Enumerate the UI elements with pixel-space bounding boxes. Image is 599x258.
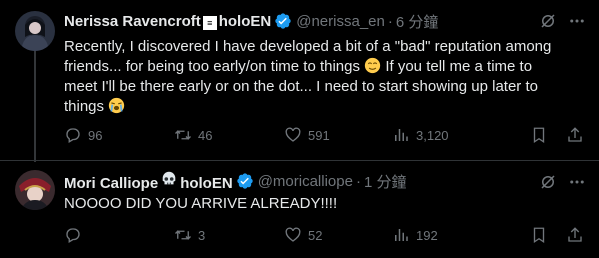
handle[interactable]: @nerissa_en <box>296 13 385 30</box>
relieved-face-emoji-icon <box>364 57 381 74</box>
like-count: 52 <box>308 227 323 243</box>
more-icon[interactable] <box>567 173 587 191</box>
tweet-text-line: things <box>64 98 109 115</box>
verified-badge-icon <box>236 172 254 190</box>
views-icon <box>395 229 408 241</box>
bookmark-button[interactable] <box>530 126 548 144</box>
tweet-mori[interactable]: Mori Calliope holoEN @moricalliope · 1 分鐘… <box>0 160 599 258</box>
retweet-count: 3 <box>198 227 206 243</box>
retweet-button[interactable]: 46 <box>174 126 212 144</box>
display-name-suffix: holoEN <box>218 12 272 30</box>
tweet-text: NOOOO DID YOU ARRIVE ALREADY!!!! <box>64 195 338 212</box>
bookmark-icon <box>533 227 545 244</box>
handle[interactable]: @moricalliope <box>258 173 353 190</box>
tweet-actions: 96 46 591 3,120 <box>64 126 586 146</box>
share-button[interactable] <box>566 126 584 144</box>
like-icon <box>285 227 301 242</box>
tweet-nerissa[interactable]: Nerissa Ravencroft ≡ holoEN @nerissa_en · … <box>0 0 599 160</box>
tweet-actions: 3 52 192 <box>64 226 586 246</box>
avatar[interactable] <box>15 11 55 51</box>
separator-dot: · <box>355 172 361 190</box>
share-button[interactable] <box>566 226 584 244</box>
more-icon[interactable] <box>567 12 587 30</box>
avatar[interactable] <box>15 170 55 210</box>
retweet-icon <box>175 230 191 240</box>
bookmark-icon <box>533 127 545 144</box>
reply-button[interactable] <box>64 226 88 244</box>
grok-icon[interactable] <box>539 173 557 191</box>
grok-icon[interactable] <box>539 12 557 30</box>
like-button[interactable]: 52 <box>284 226 322 244</box>
tweet-text-line: friends... for being too early/on time t… <box>64 58 365 75</box>
skull-icon <box>160 170 178 188</box>
bookmark-button[interactable] <box>530 226 548 244</box>
views-count: 192 <box>416 227 438 243</box>
display-name-text: Nerissa Ravencroft <box>64 12 201 30</box>
retweet-icon <box>175 130 191 140</box>
timestamp[interactable]: 1 分鐘 <box>364 171 407 192</box>
reply-button[interactable]: 96 <box>64 126 102 144</box>
views-count: 3,120 <box>416 127 449 143</box>
display-name[interactable]: Mori Calliope holoEN <box>64 170 233 192</box>
separator-dot: · <box>387 12 393 30</box>
views-icon <box>395 129 408 141</box>
display-name[interactable]: Nerissa Ravencroft ≡ holoEN <box>64 13 271 30</box>
verified-badge-icon <box>274 12 292 30</box>
reply-icon <box>66 128 80 143</box>
display-name-suffix: holoEN <box>180 175 233 192</box>
views-button[interactable]: 192 <box>392 226 438 244</box>
views-button[interactable]: 3,120 <box>392 126 449 144</box>
share-icon <box>568 127 582 142</box>
tweet-text-line: meet I'll be there early or on the dot..… <box>64 78 538 95</box>
reply-icon <box>66 228 80 243</box>
retweet-button[interactable]: 3 <box>174 226 205 244</box>
display-name-text: Mori Calliope <box>64 175 159 192</box>
tweet-text: Recently, I discovered I have developed … <box>64 37 584 117</box>
share-icon <box>568 227 582 242</box>
timestamp[interactable]: 6 分鐘 <box>396 11 439 32</box>
name-badge-icon: ≡ <box>202 15 217 30</box>
like-count: 591 <box>308 127 330 143</box>
tweet-text-line: Recently, I discovered I have developed … <box>64 38 552 55</box>
like-icon <box>285 127 301 142</box>
tweet-header: Mori Calliope holoEN @moricalliope · 1 分鐘 <box>64 170 407 192</box>
like-button[interactable]: 591 <box>284 126 330 144</box>
tweet-text-line: If you tell me a time to <box>381 58 533 75</box>
reply-count: 96 <box>88 127 103 143</box>
crying-face-emoji-icon <box>108 97 125 114</box>
retweet-count: 46 <box>198 127 213 143</box>
tweet-header: Nerissa Ravencroft ≡ holoEN @nerissa_en · … <box>64 11 438 31</box>
